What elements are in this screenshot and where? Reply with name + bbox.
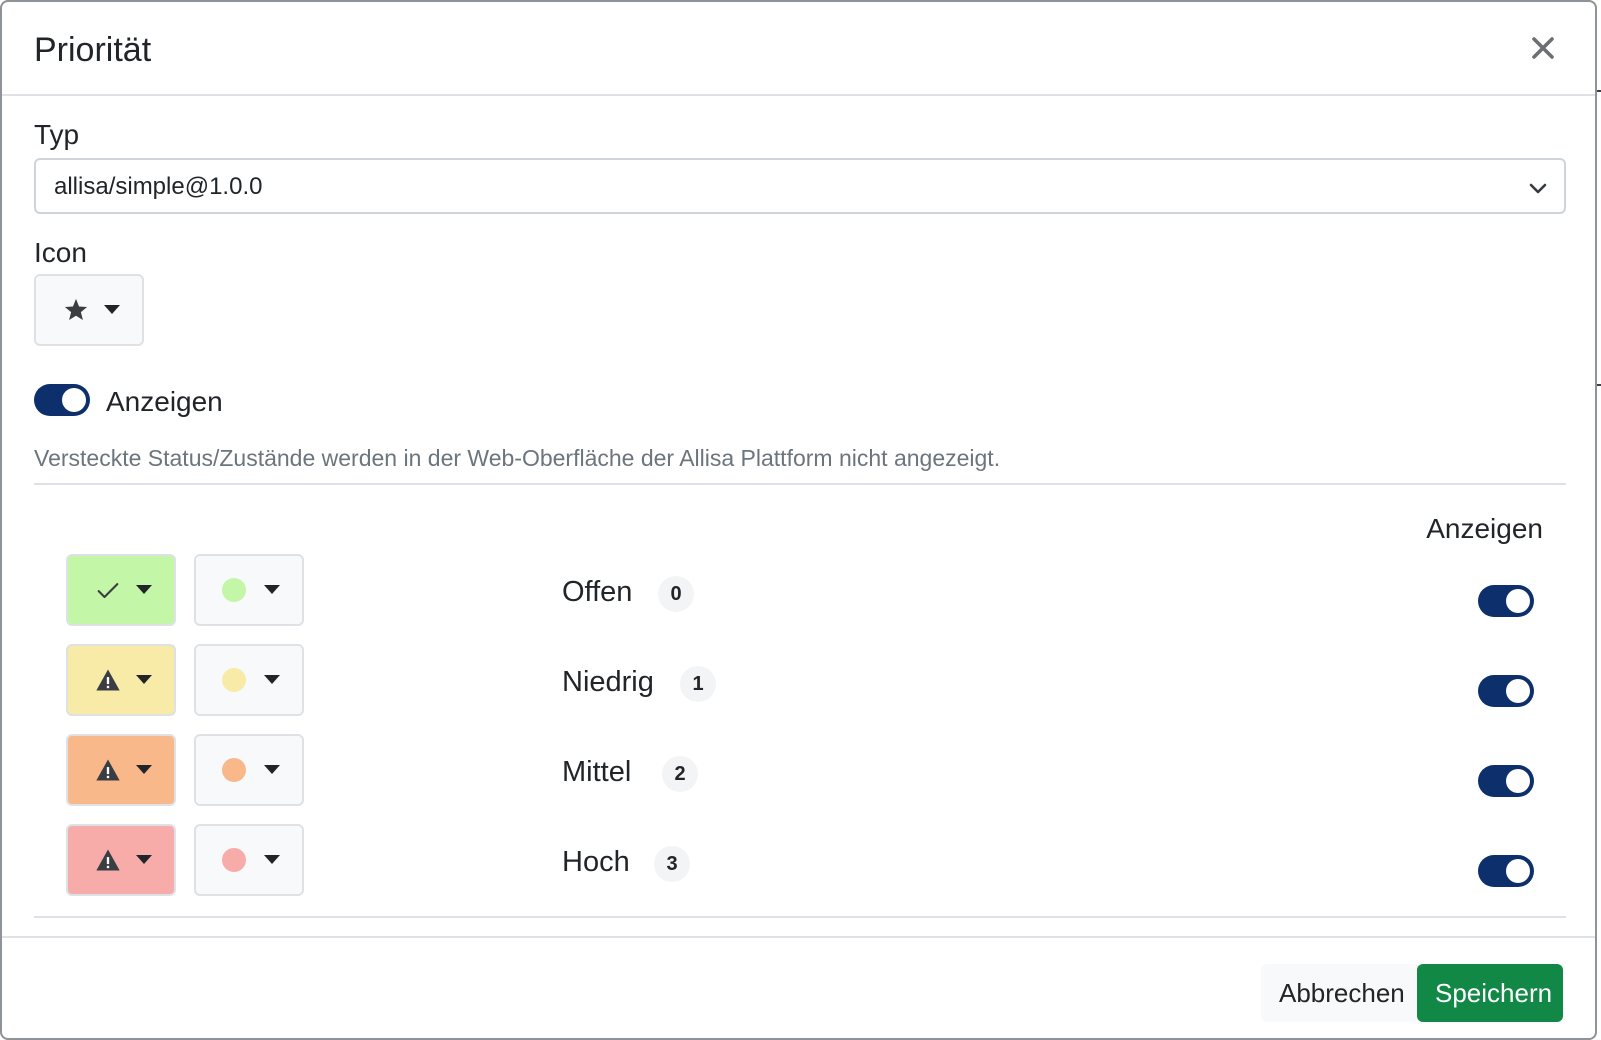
caret-down-icon — [264, 675, 280, 684]
divider — [34, 483, 1566, 485]
state-visibility-toggle[interactable] — [1478, 585, 1534, 617]
check-icon — [97, 583, 119, 599]
caret-down-icon — [136, 675, 152, 684]
priority-dialog: Priorität Typ allisa/simple@1.0.0 Icon A… — [0, 0, 1597, 1040]
caret-down-icon — [136, 585, 152, 594]
warning-icon — [96, 849, 120, 871]
type-select[interactable]: allisa/simple@1.0.0 — [34, 158, 1566, 214]
state-icon-picker[interactable] — [66, 644, 176, 716]
state-visibility-toggle[interactable] — [1478, 675, 1534, 707]
visibility-help-text: Versteckte Status/Zustände werden in der… — [34, 445, 1001, 471]
cancel-button[interactable]: Abbrechen — [1261, 964, 1419, 1022]
visibility-column-header: Anzeigen — [1426, 513, 1543, 544]
state-color-picker[interactable] — [194, 734, 304, 806]
close-icon — [1532, 37, 1554, 59]
caret-down-icon — [264, 765, 280, 774]
state-color-picker[interactable] — [194, 644, 304, 716]
color-dot — [222, 758, 246, 782]
state-name: Niedrig — [562, 666, 654, 698]
state-value-badge: 1 — [680, 666, 716, 702]
state-value-badge: 0 — [658, 576, 694, 612]
state-color-picker[interactable] — [194, 554, 304, 626]
state-name: Offen — [562, 576, 633, 608]
caret-down-icon — [104, 305, 120, 314]
type-label: Typ — [34, 119, 80, 150]
chevron-down-icon — [1529, 183, 1547, 194]
state-value-badge: 2 — [662, 756, 698, 792]
icon-label: Icon — [34, 237, 87, 268]
dialog-header: Priorität — [2, 2, 1595, 96]
dialog-title: Priorität — [34, 31, 152, 69]
state-icon-picker[interactable] — [66, 554, 176, 626]
caret-down-icon — [264, 585, 280, 594]
dialog-footer: Abbrechen Speichern — [2, 936, 1595, 1038]
color-dot — [222, 578, 246, 602]
color-dot — [222, 668, 246, 692]
state-visibility-toggle[interactable] — [1478, 855, 1534, 887]
warning-icon — [96, 759, 120, 781]
toggle-knob — [62, 388, 86, 412]
state-icon-picker[interactable] — [66, 824, 176, 896]
state-name: Mittel — [562, 756, 632, 788]
state-name: Hoch — [562, 846, 630, 878]
icon-picker-button[interactable] — [34, 274, 144, 346]
type-select-value: allisa/simple@1.0.0 — [54, 173, 263, 200]
divider — [34, 916, 1566, 918]
toggle-knob — [1506, 679, 1530, 703]
caret-down-icon — [264, 855, 280, 864]
state-value-badge: 3 — [654, 846, 690, 882]
state-icon-picker[interactable] — [66, 734, 176, 806]
visibility-label: Anzeigen — [106, 386, 223, 417]
toggle-knob — [1506, 589, 1530, 613]
visibility-toggle[interactable] — [34, 384, 90, 416]
toggle-knob — [1506, 859, 1530, 883]
caret-down-icon — [136, 765, 152, 774]
close-button[interactable] — [1521, 26, 1565, 70]
color-dot — [222, 848, 246, 872]
state-visibility-toggle[interactable] — [1478, 765, 1534, 797]
save-button[interactable]: Speichern — [1417, 964, 1563, 1022]
toggle-knob — [1506, 769, 1530, 793]
warning-icon — [96, 669, 120, 691]
star-icon — [64, 298, 88, 321]
caret-down-icon — [136, 855, 152, 864]
state-color-picker[interactable] — [194, 824, 304, 896]
